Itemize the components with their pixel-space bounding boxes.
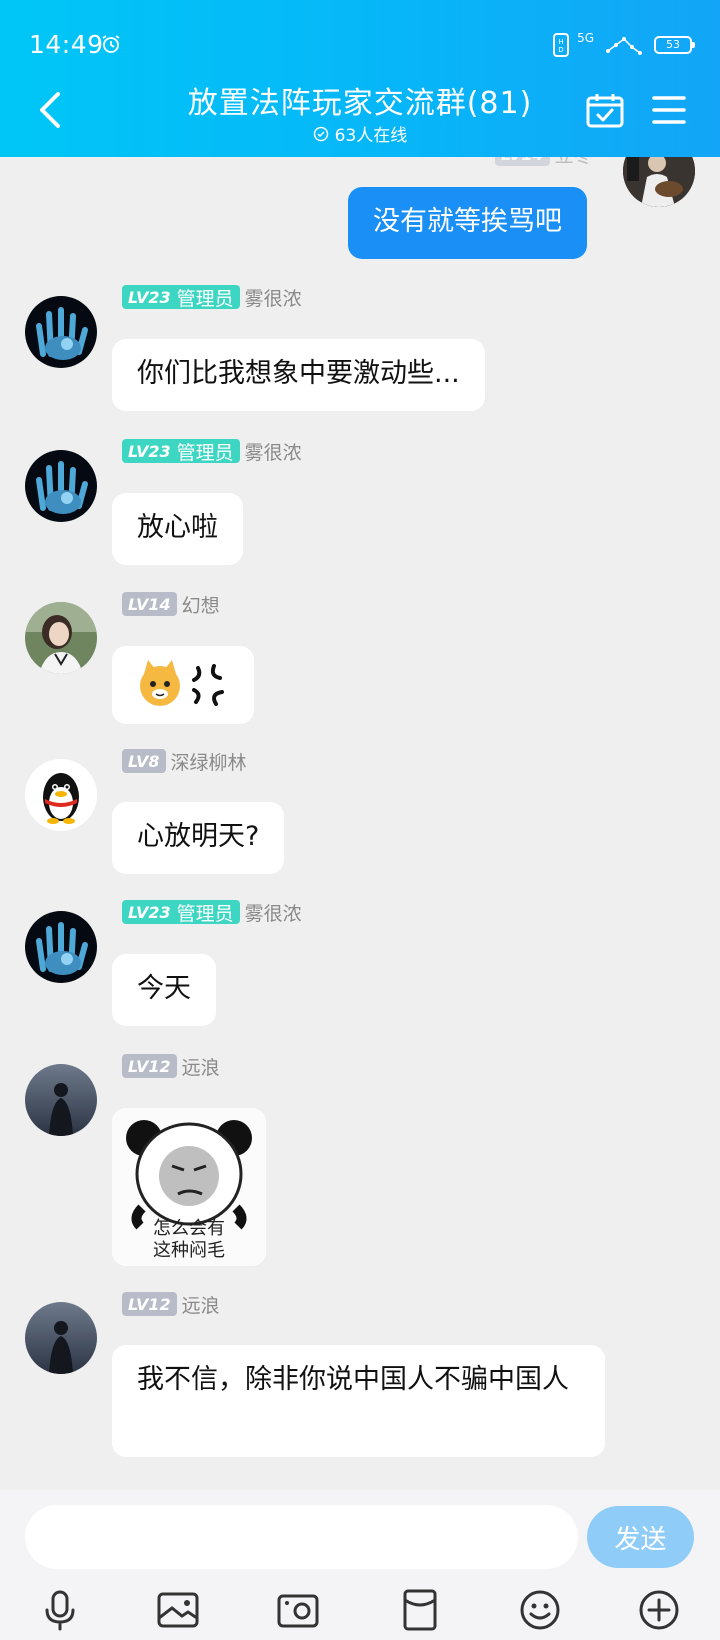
level-badge: LV12 bbox=[122, 1292, 177, 1316]
avatar[interactable] bbox=[25, 296, 97, 368]
blue-hand-avatar-image bbox=[25, 911, 97, 983]
avatar[interactable] bbox=[25, 1064, 97, 1136]
battery-indicator: 53 bbox=[654, 36, 695, 54]
sticker-message[interactable]: 怎么会有 这种闷毛 bbox=[112, 1108, 266, 1266]
check-circle-icon bbox=[313, 126, 328, 141]
blue-hand-avatar-image bbox=[25, 296, 97, 368]
microphone-icon[interactable] bbox=[38, 1588, 82, 1632]
message-list[interactable]: LV14 立冬 没有就等挨骂吧 LV23管理员 雾很浓 你们比我想象中要激动些.… bbox=[0, 157, 720, 1490]
penguin-avatar-image bbox=[25, 759, 97, 831]
svg-text:D: D bbox=[558, 46, 563, 54]
admin-role-label: 管理员 bbox=[176, 287, 234, 310]
message-bubble[interactable]: 放心啦 bbox=[112, 493, 243, 565]
red-packet-icon[interactable] bbox=[398, 1588, 442, 1632]
chat-header: 14:49 H D 5G 53 放置法阵玩家交流群(81) 63人在线 bbox=[0, 0, 720, 157]
message-meta: LV23 管理员 雾很浓 bbox=[122, 899, 302, 925]
back-button[interactable] bbox=[32, 88, 68, 132]
level-text: LV23 bbox=[128, 287, 171, 307]
message-bubble[interactable]: 心放明天? bbox=[112, 802, 285, 874]
hd-icon: H D bbox=[553, 33, 570, 57]
sender-name: 远浪 bbox=[181, 1056, 220, 1079]
sender-name: 深绿柳林 bbox=[170, 751, 247, 774]
signal-icon bbox=[606, 37, 642, 55]
input-bar: 发送 bbox=[0, 1490, 720, 1640]
sender-name: 雾很浓 bbox=[244, 287, 302, 310]
message-meta: LV14 幻想 bbox=[122, 591, 220, 617]
sender-name: 幻想 bbox=[181, 594, 220, 617]
message-bubble[interactable]: 今天 bbox=[112, 954, 216, 1026]
status-icons: H D 5G 53 bbox=[553, 30, 695, 60]
message-meta: LV12 远浪 bbox=[122, 1291, 220, 1317]
girl-photo-avatar-image bbox=[25, 602, 97, 674]
avatar[interactable] bbox=[25, 602, 97, 674]
avatar[interactable] bbox=[25, 759, 97, 831]
sender-name: 立冬 bbox=[555, 157, 593, 168]
message-meta: LV12 远浪 bbox=[122, 1053, 220, 1079]
admin-role-label: 管理员 bbox=[176, 441, 234, 464]
avatar[interactable] bbox=[25, 911, 97, 983]
level-badge: LV23 管理员 bbox=[122, 439, 240, 464]
level-text: LV23 bbox=[128, 441, 171, 461]
svg-text:H: H bbox=[558, 38, 563, 46]
my-message-bubble[interactable]: 没有就等挨骂吧 bbox=[348, 187, 587, 259]
alarm-icon bbox=[102, 35, 120, 53]
online-count: 63人在线 bbox=[334, 126, 408, 146]
status-time: 14:49 bbox=[29, 30, 104, 59]
message-input[interactable] bbox=[25, 1505, 578, 1569]
emoji-message-bubble[interactable] bbox=[112, 646, 254, 724]
level-badge: LV23 管理员 bbox=[122, 900, 240, 925]
camera-icon[interactable] bbox=[276, 1588, 320, 1632]
online-status[interactable]: 63人在线 bbox=[250, 121, 470, 146]
level-badge: LV14 bbox=[122, 592, 177, 616]
message-meta: LV14 立冬 bbox=[495, 157, 593, 167]
emoji-icon[interactable] bbox=[518, 1588, 562, 1632]
admin-role-label: 管理员 bbox=[176, 902, 234, 925]
level-text: LV23 bbox=[128, 902, 171, 922]
plus-icon[interactable] bbox=[637, 1588, 681, 1632]
message-meta: LV8 深绿柳林 bbox=[122, 748, 247, 774]
level-badge: LV14 bbox=[495, 157, 550, 166]
blue-hand-avatar-image bbox=[25, 450, 97, 522]
silhouette-avatar-image bbox=[25, 1302, 97, 1374]
level-badge: LV12 bbox=[122, 1054, 177, 1078]
message-meta: LV23 管理员 雾很浓 bbox=[122, 438, 302, 464]
sender-name: 雾很浓 bbox=[244, 441, 302, 464]
sticker-caption-line2: 这种闷毛 bbox=[153, 1240, 225, 1261]
sender-name: 雾很浓 bbox=[244, 902, 302, 925]
sender-name: 远浪 bbox=[181, 1294, 220, 1317]
image-icon[interactable] bbox=[156, 1588, 200, 1632]
guitar-player-avatar-image bbox=[623, 157, 695, 207]
message-meta: LV23 管理员 雾很浓 bbox=[122, 284, 302, 310]
network-label: 5G bbox=[577, 31, 594, 45]
send-button[interactable]: 发送 bbox=[587, 1506, 694, 1568]
avatar[interactable] bbox=[25, 1302, 97, 1374]
my-avatar[interactable] bbox=[623, 157, 695, 207]
message-bubble[interactable]: 你们比我想象中要激动些... bbox=[112, 339, 485, 411]
message-bubble[interactable]: 我不信，除非你说中国人不骗中国人 bbox=[112, 1345, 605, 1457]
group-title[interactable]: 放置法阵玩家交流群(81) bbox=[150, 78, 570, 122]
avatar[interactable] bbox=[25, 450, 97, 522]
level-badge: LV23 管理员 bbox=[122, 285, 240, 310]
angry-cat-emoji-icon bbox=[140, 660, 224, 706]
menu-icon[interactable] bbox=[652, 94, 686, 126]
calendar-check-icon[interactable] bbox=[586, 92, 624, 128]
silhouette-avatar-image bbox=[25, 1064, 97, 1136]
level-badge: LV8 bbox=[122, 749, 166, 773]
